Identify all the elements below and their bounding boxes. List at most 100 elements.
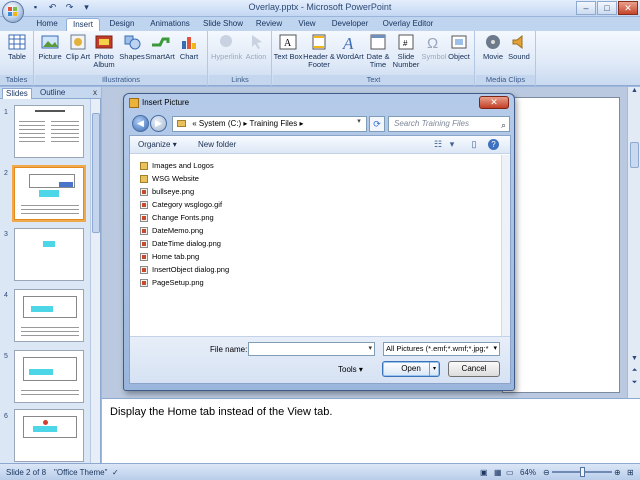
zoom-slider-knob[interactable]: [580, 467, 585, 477]
chevron-down-icon[interactable]: ▾: [368, 344, 372, 352]
slide-thumbnail-4[interactable]: [14, 289, 84, 342]
sound-button[interactable]: Sound: [504, 33, 534, 61]
address-dropdown-icon[interactable]: ▾: [352, 116, 366, 128]
chart-button[interactable]: Chart: [174, 33, 204, 61]
date-time-button[interactable]: Date & Time: [363, 33, 393, 69]
tab-insert[interactable]: Insert: [66, 18, 100, 32]
tools-button[interactable]: Tools ▾: [338, 365, 363, 374]
slide-vertical-scrollbar[interactable]: ▲ ▼ ⏶ ⏷: [627, 87, 640, 398]
scroll-down-icon[interactable]: ▼: [629, 355, 640, 365]
list-item[interactable]: InsertObject dialog.png: [140, 264, 500, 277]
action-button[interactable]: Action: [241, 33, 271, 61]
group-label-media-clips: Media Clips: [476, 75, 535, 85]
new-folder-button[interactable]: New folder: [198, 140, 236, 149]
tab-design[interactable]: Design: [104, 18, 140, 31]
slide-number-button[interactable]: # Slide Number: [391, 33, 421, 69]
path-separator[interactable]: ▸: [243, 119, 247, 128]
open-dropdown-icon[interactable]: ▾: [429, 362, 439, 376]
pane-close-icon[interactable]: x: [93, 88, 97, 97]
path-overflow[interactable]: «: [192, 119, 196, 128]
tab-animations[interactable]: Animations: [144, 18, 196, 31]
path-separator[interactable]: ▸: [299, 119, 303, 128]
chevron-down-icon[interactable]: ▾: [493, 343, 497, 355]
address-bar[interactable]: « System (C:) ▸ Training Files ▸: [172, 116, 367, 132]
back-icon[interactable]: ◀: [132, 115, 149, 132]
slide-thumbnail-5[interactable]: [14, 350, 84, 403]
zoom-level[interactable]: 64%: [520, 468, 536, 477]
dialog-close-button[interactable]: ✕: [479, 96, 509, 109]
file-name-input[interactable]: ▾: [248, 342, 375, 356]
tab-slides[interactable]: Slides: [2, 88, 32, 99]
previous-slide-icon[interactable]: ⏶: [629, 367, 640, 377]
list-item[interactable]: Home tab.png: [140, 251, 500, 264]
scrollbar-thumb[interactable]: [630, 142, 639, 168]
list-item[interactable]: PageSetup.png: [140, 277, 500, 290]
file-list-scrollbar[interactable]: [501, 155, 510, 337]
organize-button[interactable]: Organize ▾: [138, 140, 177, 149]
text-box-button[interactable]: A Text Box: [273, 33, 303, 61]
search-input[interactable]: Search Training Files ⌕: [388, 116, 510, 132]
slide-show-icon[interactable]: ▭: [506, 468, 514, 477]
scroll-up-icon[interactable]: ▲: [629, 87, 640, 97]
tab-review[interactable]: Review: [254, 18, 284, 31]
zoom-in-icon[interactable]: ⊕: [614, 468, 621, 477]
slide-thumbnail-6[interactable]: [14, 409, 84, 462]
tab-overlay-editor[interactable]: Overlay Editor: [380, 18, 436, 31]
list-item[interactable]: DateTime dialog.png: [140, 238, 500, 251]
path-drive[interactable]: System (C:): [199, 119, 241, 128]
symbol-icon: Ω: [427, 35, 438, 51]
movie-icon: [486, 35, 500, 49]
tab-developer[interactable]: Developer: [328, 18, 372, 31]
header-footer-button[interactable]: Header & Footer: [301, 33, 337, 69]
slides-pane-scrollbar[interactable]: [90, 99, 100, 463]
list-item[interactable]: DateMemo.png: [140, 225, 500, 238]
notes-pane[interactable]: Display the Home tab instead of the View…: [102, 398, 640, 463]
picture-button[interactable]: Picture: [35, 33, 65, 61]
help-icon[interactable]: ?: [488, 139, 499, 150]
group-label-links: Links: [209, 75, 271, 85]
views-icon[interactable]: ☷: [432, 139, 444, 150]
wordart-button[interactable]: A WordArt: [335, 33, 365, 61]
slide-canvas[interactable]: [502, 97, 620, 393]
maximize-button[interactable]: □: [597, 1, 617, 15]
office-button[interactable]: [2, 1, 24, 23]
zoom-out-icon[interactable]: ⊖: [543, 468, 550, 477]
list-item[interactable]: bullseye.png: [140, 186, 500, 199]
close-button[interactable]: ✕: [618, 1, 638, 15]
list-item[interactable]: Change Fonts.png: [140, 212, 500, 225]
search-icon[interactable]: ⌕: [501, 118, 506, 132]
minimize-button[interactable]: –: [576, 1, 596, 15]
slide-thumbnail-2[interactable]: [12, 165, 86, 222]
date-time-icon: [370, 34, 386, 50]
slide-sorter-icon[interactable]: ▦: [494, 468, 502, 477]
list-item[interactable]: Category wsglogo.gif: [140, 199, 500, 212]
shapes-button[interactable]: Shapes: [117, 33, 147, 61]
views-dropdown-icon[interactable]: ▾: [446, 139, 458, 150]
cancel-button[interactable]: Cancel: [448, 361, 500, 377]
path-folder[interactable]: Training Files: [249, 119, 297, 128]
list-item[interactable]: WSG Website: [140, 173, 500, 186]
tab-outline[interactable]: Outline: [37, 88, 68, 99]
tab-view[interactable]: View: [294, 18, 320, 31]
preview-pane-icon[interactable]: ▯: [468, 139, 480, 150]
spelling-check-icon[interactable]: ✓: [112, 468, 119, 477]
hyperlink-button[interactable]: Hyperlink: [211, 33, 242, 61]
normal-view-icon[interactable]: ▣: [480, 468, 488, 477]
file-type-filter[interactable]: All Pictures (*.emf;*.wmf;*.jpg;* ▾: [383, 342, 500, 356]
scrollbar-thumb[interactable]: [92, 113, 100, 233]
table-button[interactable]: Table: [2, 33, 32, 61]
tab-home[interactable]: Home: [30, 18, 64, 31]
photo-album-button[interactable]: Photo Album: [89, 33, 119, 69]
forward-icon[interactable]: ▶: [150, 115, 167, 132]
next-slide-icon[interactable]: ⏷: [629, 379, 640, 389]
chart-label: Chart: [179, 52, 199, 61]
tab-slide-show[interactable]: Slide Show: [200, 18, 246, 31]
list-item[interactable]: Images and Logos: [140, 160, 500, 173]
object-button[interactable]: Object: [444, 33, 474, 61]
smartart-button[interactable]: SmartArt: [145, 33, 175, 61]
slide-thumbnail-1[interactable]: [14, 105, 84, 158]
fit-to-window-icon[interactable]: ⊞: [627, 468, 634, 477]
open-button[interactable]: Open ▾: [382, 361, 440, 377]
refresh-icon[interactable]: ⟳: [369, 116, 385, 132]
slide-thumbnail-3[interactable]: [14, 228, 84, 281]
